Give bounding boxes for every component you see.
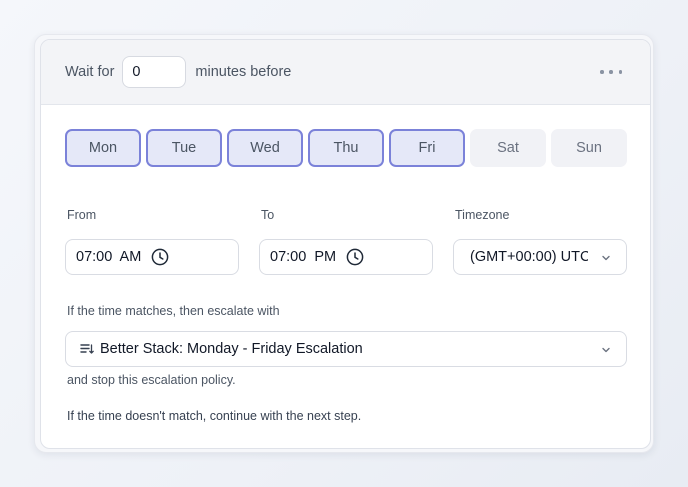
dot [618, 70, 622, 74]
day-toggle-wed[interactable]: Wed [227, 129, 303, 167]
dot [609, 70, 613, 74]
timezone-value: (GMT+00:00) UTC [470, 249, 588, 265]
list-icon [80, 342, 94, 356]
match-label: If the time matches, then escalate with [67, 304, 280, 318]
ellipsis-icon[interactable] [600, 62, 622, 82]
clock-icon[interactable] [346, 248, 364, 266]
weekday-selector: Mon Tue Wed Thu Fri Sat Sun [65, 129, 627, 167]
from-time-input[interactable]: 07:00 AM [65, 239, 239, 275]
day-toggle-sun[interactable]: Sun [551, 129, 627, 167]
clock-icon[interactable] [151, 248, 169, 266]
wait-prefix-label: Wait for [65, 64, 115, 80]
day-toggle-sat[interactable]: Sat [470, 129, 546, 167]
stop-policy-note: and stop this escalation policy. [67, 373, 236, 387]
time-condition-card: Wait for minutes before Mon Tue Wed Thu … [40, 39, 651, 449]
timezone-label: Timezone [455, 208, 510, 222]
escalation-policy-value: Better Stack: Monday - Friday Escalation [100, 341, 363, 357]
day-toggle-thu[interactable]: Thu [308, 129, 384, 167]
day-toggle-fri[interactable]: Fri [389, 129, 465, 167]
from-label: From [67, 208, 97, 222]
wait-suffix-label: minutes before [195, 64, 292, 80]
from-time-value: 07:00 AM [76, 249, 142, 265]
escalation-policy-select[interactable]: Better Stack: Monday - Friday Escalation [65, 331, 627, 367]
to-time-value: 07:00 PM [270, 249, 337, 265]
to-time-input[interactable]: 07:00 PM [259, 239, 433, 275]
dot [600, 70, 604, 74]
day-toggle-mon[interactable]: Mon [65, 129, 141, 167]
timezone-select[interactable]: (GMT+00:00) UTC [453, 239, 627, 275]
chevron-down-icon [600, 344, 612, 356]
no-match-note: If the time doesn't match, continue with… [67, 409, 362, 423]
card-header: Wait for minutes before [41, 40, 650, 105]
to-label: To [261, 208, 275, 222]
day-toggle-tue[interactable]: Tue [146, 129, 222, 167]
wait-minutes-input[interactable] [122, 56, 187, 88]
chevron-down-icon [600, 252, 612, 264]
